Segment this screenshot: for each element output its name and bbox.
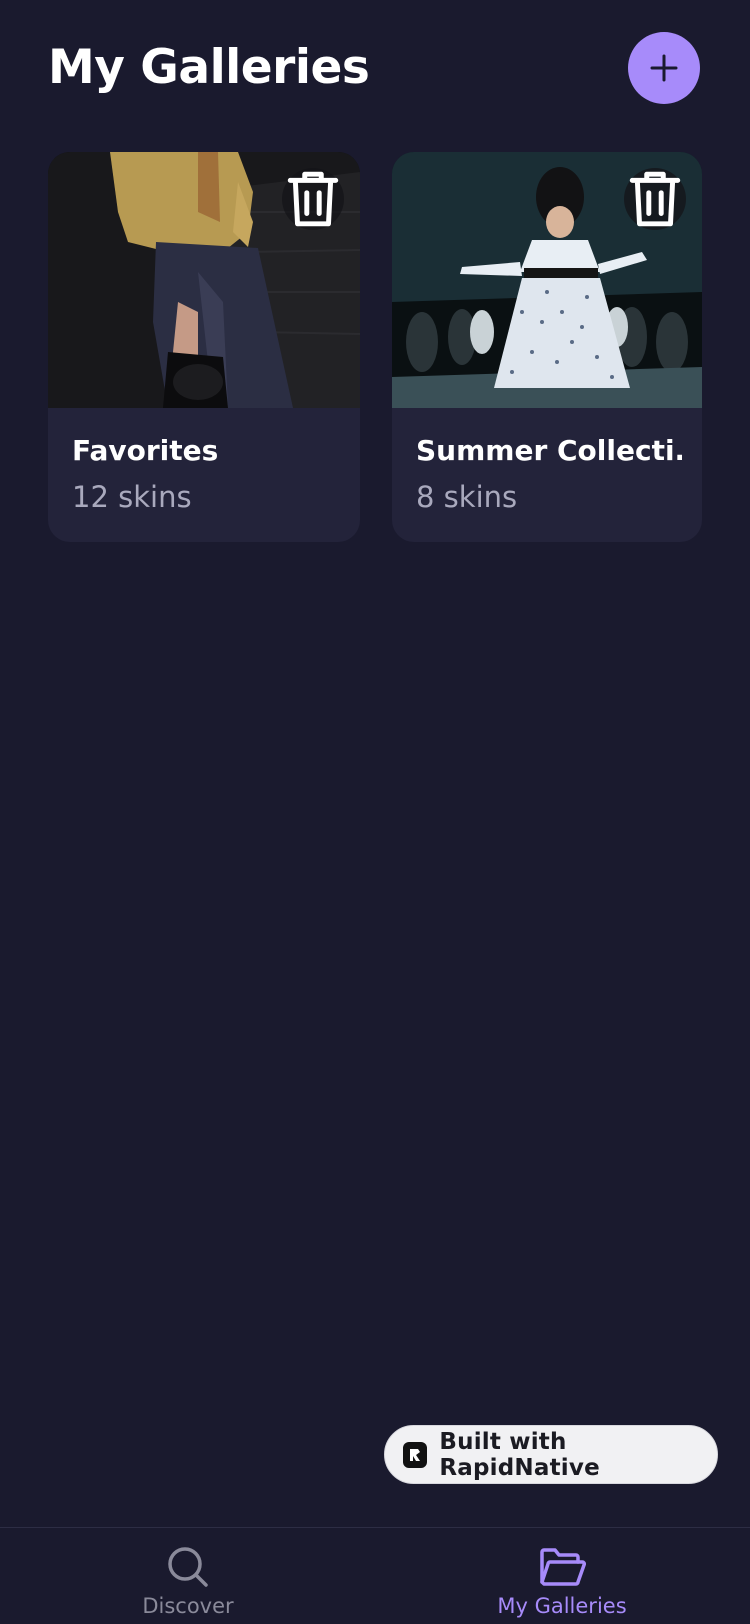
app-screen: My Galleries Favorites 12 skins Summer C… bbox=[0, 0, 750, 1624]
search-icon bbox=[168, 1547, 208, 1587]
trash-icon bbox=[287, 171, 339, 227]
gallery-cover-image bbox=[392, 152, 702, 408]
gallery-count: 12 skins bbox=[72, 480, 192, 514]
delete-gallery-button[interactable] bbox=[624, 168, 686, 230]
tab-discover[interactable]: Discover bbox=[88, 1528, 288, 1624]
gallery-card-favorites[interactable]: Favorites 12 skins bbox=[48, 152, 360, 542]
add-gallery-button[interactable] bbox=[628, 32, 700, 104]
header: My Galleries bbox=[48, 28, 702, 112]
trash-icon bbox=[629, 171, 681, 227]
tab-label: Discover bbox=[142, 1594, 234, 1618]
built-with-badge[interactable]: Built with RapidNative bbox=[384, 1425, 718, 1484]
rapidnative-logo-icon bbox=[403, 1441, 428, 1468]
tab-my-galleries[interactable]: My Galleries bbox=[462, 1528, 662, 1624]
gallery-title: Favorites bbox=[72, 434, 219, 467]
tab-label: My Galleries bbox=[497, 1594, 627, 1618]
delete-gallery-button[interactable] bbox=[282, 168, 344, 230]
plus-icon bbox=[650, 54, 678, 82]
folder-open-icon bbox=[540, 1548, 586, 1586]
gallery-cover-image bbox=[48, 152, 360, 408]
page-title: My Galleries bbox=[48, 40, 370, 95]
gallery-title: Summer Collecti... bbox=[416, 434, 682, 467]
gallery-count: 8 skins bbox=[416, 480, 518, 514]
bottom-tab-bar: Discover My Galleries bbox=[0, 1527, 750, 1624]
badge-label: Built with RapidNative bbox=[439, 1428, 600, 1481]
gallery-card-summer-collection[interactable]: Summer Collecti... 8 skins bbox=[392, 152, 702, 542]
